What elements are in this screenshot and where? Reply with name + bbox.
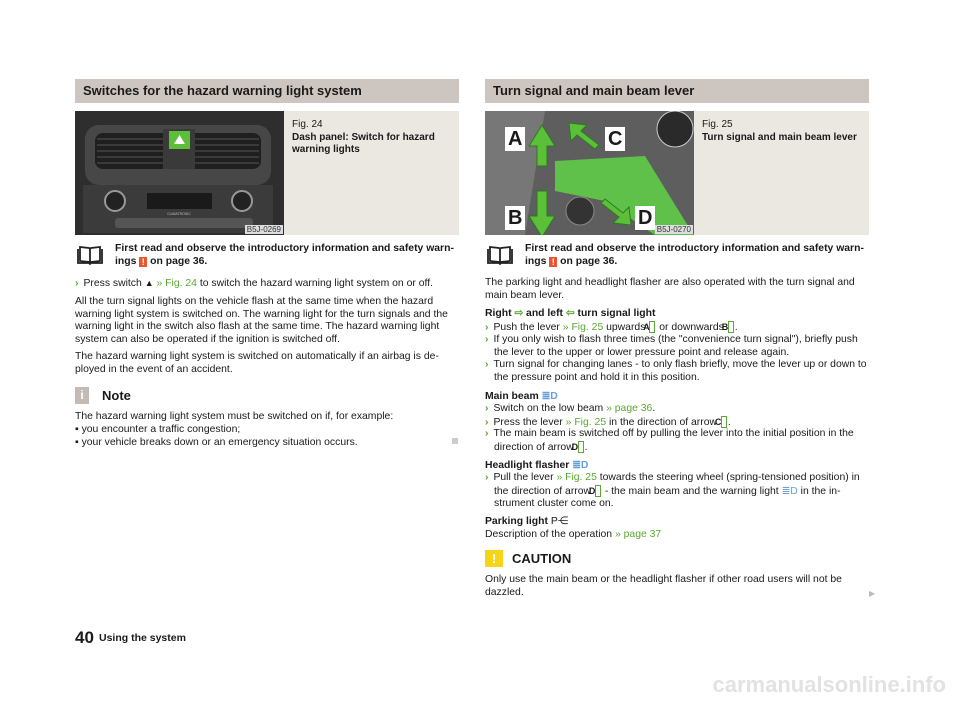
arrow-label-c: C	[605, 127, 626, 151]
bullet: › The main beam is switched off by pullin…	[485, 428, 854, 453]
parking-light-icon: P⋲	[550, 516, 569, 527]
parking-heading: Parking light P⋲	[485, 516, 569, 527]
bullet: › If you only wish to flash three times (…	[485, 334, 858, 358]
note-item: ▪ your vehicle breaks down or an emergen…	[75, 437, 358, 448]
fig-25-link[interactable]: » Fig. 25	[556, 472, 596, 483]
note-item: ▪ you encounter a traffic congestion;	[75, 424, 241, 435]
hazard-triangle-icon: ▲	[144, 278, 154, 288]
bullet: › Turn signal for changing lanes - to onl…	[485, 359, 867, 383]
main-beam-icon: ≣D	[572, 460, 589, 471]
figure-caption: Fig. 25 Turn signal and main beam lever	[702, 119, 862, 144]
bullet: › Switch on the low beam » page 36.	[485, 403, 656, 414]
arrow-label-d: D	[635, 206, 656, 230]
book-icon	[487, 245, 513, 265]
section-name: Using the system	[99, 632, 186, 644]
caution-text: Only use the main beam or the headlight …	[485, 574, 842, 598]
main-beam-heading: Main beam ≣D	[485, 391, 558, 402]
intro-note: First read and observe the introductory …	[115, 243, 454, 267]
note-text: The hazard warning light system must be …	[75, 411, 394, 422]
page-number: 40	[75, 628, 94, 647]
note-title: Note	[102, 388, 131, 403]
warning-icon: !	[549, 256, 558, 267]
page-link[interactable]: on page 36.	[560, 256, 617, 267]
left-arrow-icon: ⇦	[565, 308, 575, 319]
figure-25: A B C D B5J-0270 Fig. 25 Turn signal and…	[485, 111, 869, 235]
figure-caption-text: Turn signal and main beam lever	[702, 131, 857, 143]
image-code: B5J-0270	[654, 225, 693, 234]
figure-number: Fig. 25	[702, 119, 733, 130]
chevron-icon: ›	[75, 278, 79, 289]
page-link[interactable]: on page 36.	[150, 256, 207, 267]
lever-image: A B C D B5J-0270	[485, 111, 694, 235]
paragraph: All the turn signal lights on the vehicl…	[75, 296, 448, 345]
caution-title: CAUTION	[512, 551, 572, 566]
page-36-link[interactable]: » page 36	[606, 403, 652, 414]
arrow-label-a: A	[505, 127, 526, 151]
info-icon: i	[75, 387, 89, 404]
page-37-link[interactable]: » page 37	[615, 529, 661, 540]
step-press-switch: › Press switch ▲ » Fig. 24 to switch the …	[75, 278, 433, 289]
figure-caption: Fig. 24 Dash panel: Switch for hazard wa…	[292, 119, 452, 157]
bullet: › Push the lever » Fig. 25 upwards A or d…	[485, 321, 738, 333]
fig-25-link[interactable]: » Fig. 25	[563, 322, 603, 333]
image-code: B5J-0269	[244, 225, 283, 234]
continue-arrow-icon: ▶	[869, 589, 876, 598]
book-icon	[77, 245, 103, 265]
section-title-hazard: Switches for the hazard warning light sy…	[75, 79, 459, 103]
turn-signal-heading: Right ⇨ and left ⇦ turn signal light	[485, 308, 656, 319]
fig-24-link[interactable]: » Fig. 24	[157, 278, 197, 289]
figure-caption-text: Dash panel: Switch for hazard warning li…	[292, 131, 435, 156]
parking-text: Description of the operation » page 37	[485, 529, 662, 540]
main-beam-icon: ≣D	[541, 391, 558, 402]
right-arrow-icon: ⇨	[514, 308, 524, 319]
arrow-label-b: B	[505, 206, 526, 230]
bullet: › Pull the lever » Fig. 25 towards the st…	[485, 472, 860, 510]
figure-24: CLIMATRONIC B5J-0269 Fig. 24 Dash panel:…	[75, 111, 459, 235]
paragraph: The hazard warning light system is switc…	[75, 351, 439, 375]
warning-icon: !	[139, 256, 148, 267]
dash-panel-image: CLIMATRONIC B5J-0269	[75, 111, 284, 235]
fig-25-link[interactable]: » Fig. 25	[566, 417, 606, 428]
section-title-turn-signal: Turn signal and main beam lever	[485, 79, 869, 103]
end-marker-icon	[452, 438, 458, 444]
climatronic-label: CLIMATRONIC	[167, 212, 191, 216]
main-beam-icon: ≣D	[781, 485, 798, 497]
intro-note: First read and observe the introductory …	[525, 243, 864, 267]
paragraph: The parking light and headlight flasher …	[485, 277, 855, 301]
flasher-heading: Headlight flasher ≣D	[485, 460, 589, 471]
watermark: carmanualsonline.info	[712, 672, 947, 697]
figure-number: Fig. 24	[292, 119, 323, 130]
caution-icon: !	[485, 550, 503, 567]
